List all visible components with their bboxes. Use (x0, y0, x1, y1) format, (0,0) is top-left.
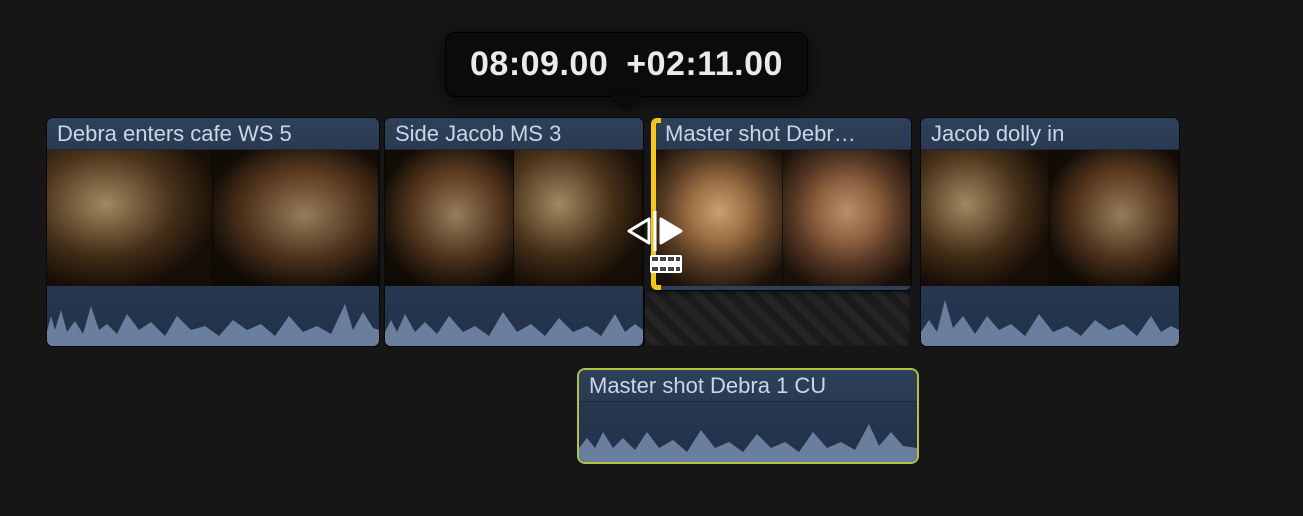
timeline-clip[interactable]: Master shot Debr… (655, 118, 911, 290)
thumbnail-frame (1050, 150, 1179, 286)
thumbnail-frame (921, 150, 1050, 286)
thumbnail-frame (514, 150, 643, 286)
waveform-icon (47, 286, 379, 346)
waveform-icon (385, 286, 643, 346)
clip-thumbnails (47, 150, 379, 286)
clip-title: Jacob dolly in (921, 118, 1179, 150)
timecode-tooltip: 08:09.00 +02:11.00 (445, 32, 808, 97)
thumbnail-frame (213, 150, 379, 286)
waveform-icon (921, 286, 1179, 346)
clip-title: Side Jacob MS 3 (385, 118, 643, 150)
clip-thumbnails (921, 150, 1179, 286)
clip-thumbnails (655, 150, 911, 286)
clip-audio-waveform (579, 402, 917, 462)
clip-title: Master shot Debra 1 CU (579, 370, 917, 402)
thumbnail-frame (47, 150, 213, 286)
timecode-current: 08:09.00 (470, 45, 608, 84)
thumbnail-frame (655, 150, 783, 286)
clip-title: Master shot Debr… (655, 118, 911, 150)
thumbnail-frame (385, 150, 514, 286)
clip-audio-waveform (47, 286, 379, 346)
timeline-gap-separator (643, 290, 645, 346)
clip-thumbnails (385, 150, 643, 286)
clip-audio-waveform (921, 286, 1179, 346)
timeline-clip[interactable]: Debra enters cafe WS 5 (47, 118, 379, 346)
timecode-delta: +02:11.00 (626, 45, 783, 84)
timeline-clip[interactable]: Side Jacob MS 3 (385, 118, 643, 346)
timeline-clip[interactable]: Jacob dolly in (921, 118, 1179, 346)
clip-audio-waveform (385, 286, 643, 346)
connected-audio-clip[interactable]: Master shot Debra 1 CU (579, 370, 917, 462)
timeline-stage: 08:09.00 +02:11.00 Debra enters cafe WS … (0, 0, 1303, 516)
waveform-icon (579, 402, 917, 462)
thumbnail-frame (783, 150, 911, 286)
clip-title: Debra enters cafe WS 5 (47, 118, 379, 150)
tooltip-arrow-icon (612, 96, 640, 110)
